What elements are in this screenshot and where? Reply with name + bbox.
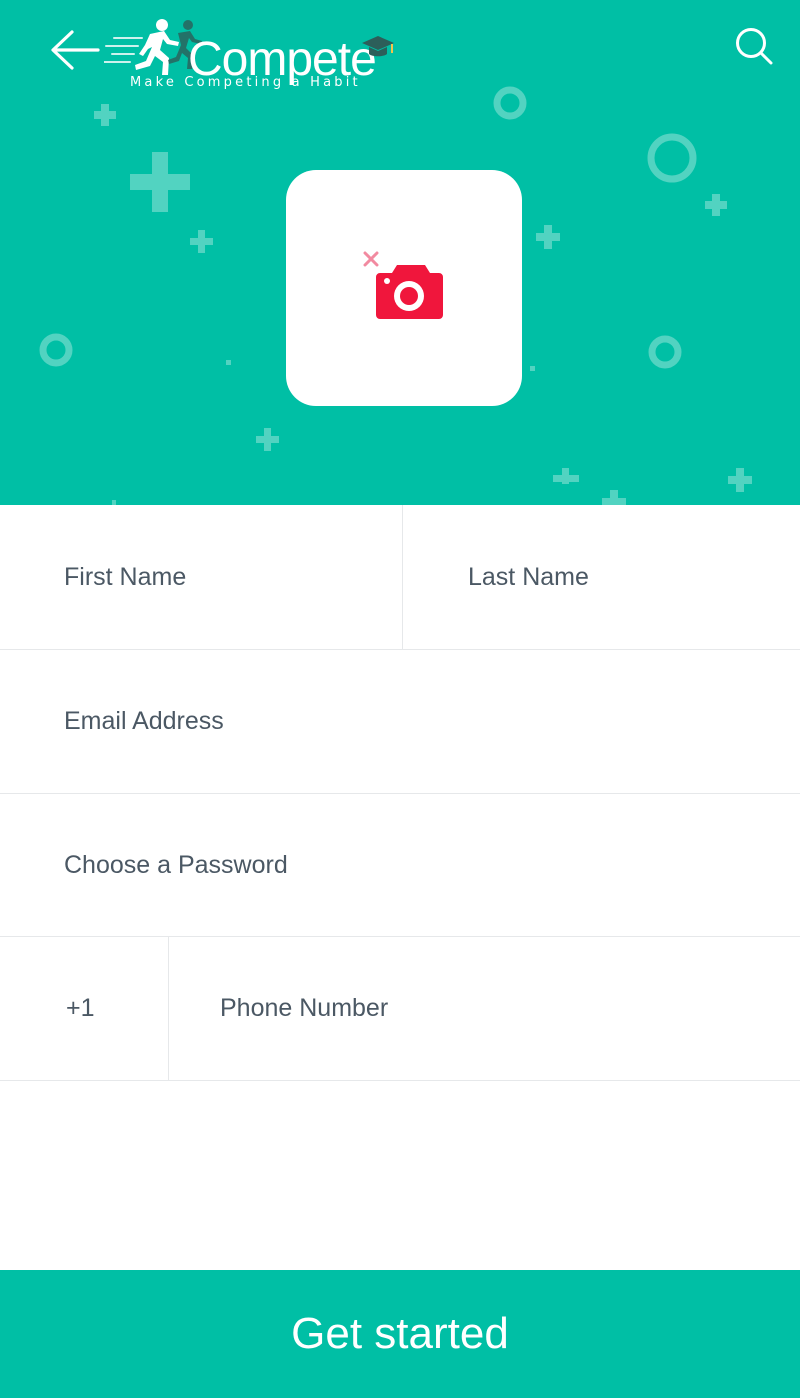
app-logo: Compete Make Competing a Habit [104,14,404,96]
search-button[interactable] [728,20,780,72]
get-started-button[interactable]: Get started [0,1270,800,1398]
phone-row: +1 Phone Number [0,937,800,1081]
search-icon [736,28,773,65]
phone-input[interactable]: Phone Number [220,937,780,1080]
signup-form: First Name Last Name Email Address Choos… [0,505,800,1081]
divider [402,505,403,649]
close-icon [363,251,379,267]
logo-tagline: Make Competing a Habit [130,75,361,90]
arrow-left-icon [51,30,100,70]
header-hero: Compete Make Competing a Habit [0,0,800,505]
password-input[interactable]: Choose a Password [64,794,764,936]
first-name-input[interactable]: First Name [64,505,394,649]
country-code-selector[interactable]: +1 [66,937,156,1080]
last-name-input[interactable]: Last Name [468,505,788,649]
password-row: Choose a Password [0,794,800,937]
divider [168,937,169,1080]
back-button[interactable] [44,22,104,78]
profile-photo-picker[interactable] [286,170,522,406]
camera-icon [363,251,443,319]
email-input[interactable]: Email Address [64,650,764,793]
graduation-cap-icon [362,36,394,57]
name-row: First Name Last Name [0,505,800,650]
email-row: Email Address [0,650,800,794]
